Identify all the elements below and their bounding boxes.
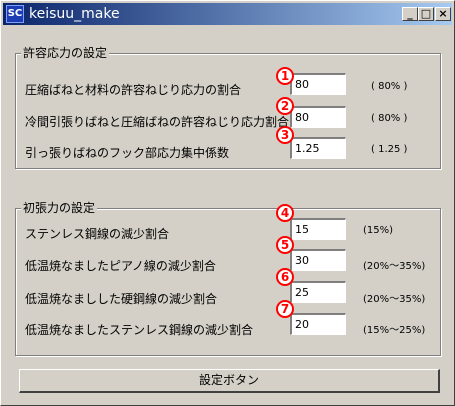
marker-4-icon: 4 [276, 204, 294, 222]
row5-input[interactable] [290, 249, 346, 271]
row7-input[interactable] [290, 313, 346, 335]
row2-input[interactable] [290, 106, 346, 128]
window-title: keisuu_make [29, 6, 120, 22]
row4-label: ステンレス鋼線の減少割合 [25, 227, 170, 241]
initial-tension-group-title: 初張力の設定 [21, 199, 98, 216]
row3-label: 引っ張りばねのフック部応力集中係数 [25, 146, 230, 160]
close-button[interactable]: × [435, 7, 451, 21]
allowable-stress-group-title: 許容応力の設定 [21, 44, 110, 61]
row3-input[interactable] [290, 137, 346, 159]
row2-label: 冷間引張りばねと圧縮ばねの許容ねじり応力割合 [25, 115, 290, 129]
app-window: SC keisuu_make _ □ × 許容応力の設定 圧縮ばねと材料の許容ね… [0, 0, 455, 406]
marker-3-icon: 3 [276, 126, 294, 144]
marker-6-icon: 6 [276, 268, 294, 286]
row4-hint: (15%) [363, 225, 394, 236]
row1-label: 圧縮ばねと材料の許容ねじり応力の割合 [25, 83, 242, 97]
row3-hint: ( 1.25 ) [371, 144, 408, 155]
marker-5-icon: 5 [276, 236, 294, 254]
row6-hint: (20%～35%) [363, 294, 426, 305]
set-button[interactable]: 設定ボタン [19, 369, 440, 393]
maximize-button[interactable]: □ [418, 7, 434, 21]
marker-1-icon: 1 [276, 67, 294, 85]
row6-label: 低温焼なましした硬鋼線の減少割合 [25, 292, 218, 306]
row7-hint: (15%～25%) [363, 325, 426, 336]
row7-label: 低温焼なましたステンレス鋼線の減少割合 [25, 323, 254, 337]
row5-hint: (20%～35%) [363, 261, 426, 272]
title-bar[interactable]: SC keisuu_make _ □ × [3, 3, 452, 25]
row2-hint: ( 80% ) [371, 113, 408, 124]
app-icon[interactable]: SC [6, 5, 24, 23]
marker-2-icon: 2 [276, 97, 294, 115]
marker-7-icon: 7 [276, 300, 294, 318]
minimize-button[interactable]: _ [402, 7, 418, 21]
row1-hint: ( 80% ) [371, 81, 408, 92]
row5-label: 低温焼なましたピアノ線の減少割合 [25, 259, 216, 273]
row1-input[interactable] [290, 73, 346, 95]
row4-input[interactable] [290, 218, 346, 240]
row6-input[interactable] [290, 281, 346, 303]
